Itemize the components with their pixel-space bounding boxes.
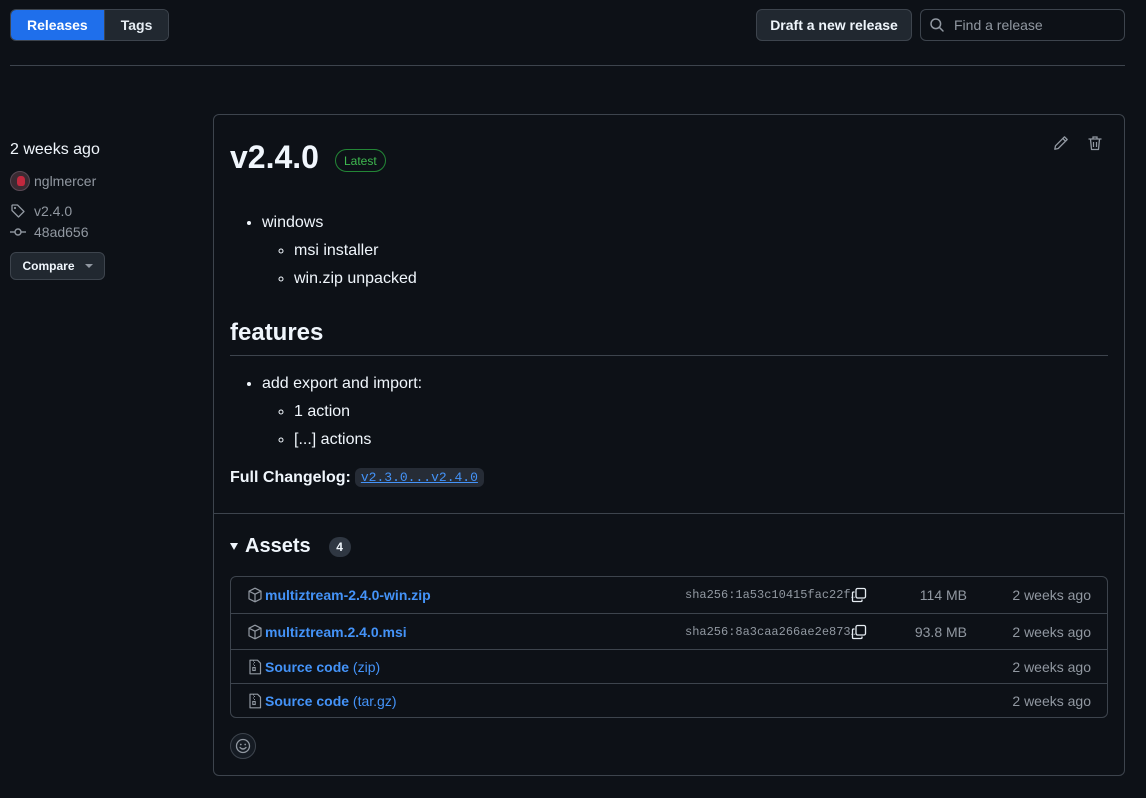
asset-suffix: (zip) (352, 658, 381, 675)
asset-link[interactable]: multiztream-2.4.0-win.zip (265, 587, 431, 603)
tab-releases[interactable]: Releases (11, 10, 104, 40)
copy-icon[interactable] (851, 624, 867, 640)
package-icon (248, 624, 262, 639)
assets-count-badge: 4 (328, 536, 351, 557)
header-divider (10, 65, 1125, 66)
compare-button[interactable]: Compare (10, 252, 105, 280)
asset-size: 114 MB (919, 587, 967, 603)
feature-item-label: add export and import: (262, 375, 423, 392)
release-title[interactable]: v2.4.0 (230, 139, 319, 176)
platform-item-label: windows (262, 214, 324, 231)
add-reaction-button[interactable] (230, 733, 256, 759)
asset-date: 2 weeks ago (1012, 692, 1091, 709)
commit-icon (10, 228, 26, 236)
asset-size: 93.8 MB (914, 623, 967, 640)
search-icon (930, 18, 944, 32)
list-item: msi installer (294, 239, 1108, 263)
release-meta-sidebar: 2 weeks ago nglmercer v2.4.0 48ad656 Com… (10, 140, 200, 280)
features-sublist: 1 action [...] actions (262, 400, 1108, 452)
chevron-down-icon (84, 264, 93, 268)
trash-icon[interactable] (1087, 135, 1103, 151)
features-heading: features (230, 319, 1108, 356)
releases-tags-switcher: Releases Tags (10, 9, 170, 41)
platform-sublist: msi installer win.zip unpacked (262, 239, 1108, 291)
asset-name: Source code (265, 692, 350, 709)
list-item: win.zip unpacked (294, 267, 1108, 291)
assets-list: multiztream-2.4.0-win.zip sha256:1a53c10… (230, 576, 1108, 718)
source-targz-link[interactable]: Source code (tar.gz) (265, 693, 397, 709)
asset-row: multiztream-2.4.0-win.zip sha256:1a53c10… (231, 577, 1107, 613)
copy-icon[interactable] (851, 587, 867, 603)
list-item: windows msi installer win.zip unpacked (262, 211, 1108, 291)
draft-new-release-button[interactable]: Draft a new release (756, 9, 912, 41)
commit-link[interactable]: 48ad656 (34, 224, 89, 240)
changelog-link[interactable]: v2.3.0...v2.4.0 (361, 470, 478, 485)
release-search-box (920, 9, 1125, 41)
file-zip-icon (249, 659, 262, 674)
smiley-icon (235, 738, 251, 754)
asset-row: Source code (tar.gz) 2 weeks ago (231, 683, 1107, 717)
assets-heading: Assets (245, 535, 311, 557)
asset-date: 2 weeks ago (1012, 623, 1091, 640)
asset-row: Source code (zip) 2 weeks ago (231, 649, 1107, 683)
triangle-down-icon (230, 543, 238, 550)
pencil-icon[interactable] (1053, 135, 1069, 151)
commit-row: 48ad656 (10, 224, 200, 240)
platform-list: windows msi installer win.zip unpacked (230, 211, 1108, 291)
release-date: 2 weeks ago (10, 141, 100, 158)
asset-row: multiztream.2.4.0.msi sha256:8a3caa266ae… (231, 613, 1107, 649)
asset-link[interactable]: multiztream.2.4.0.msi (265, 624, 407, 640)
list-item: [...] actions (294, 428, 1108, 452)
package-icon (248, 587, 262, 603)
tag-link[interactable]: v2.4.0 (34, 203, 72, 219)
asset-name: Source code (265, 658, 350, 675)
search-input[interactable] (954, 17, 1114, 33)
latest-badge: Latest (335, 149, 386, 172)
assets-toggle[interactable]: Assets 4 (230, 535, 351, 558)
release-card: v2.4.0 Latest windows msi installer win.… (213, 114, 1125, 776)
tag-icon (11, 204, 25, 218)
tab-tags[interactable]: Tags (103, 10, 169, 40)
asset-date: 2 weeks ago (1012, 587, 1091, 603)
avatar[interactable] (10, 171, 30, 191)
asset-sha: sha256:1a53c10415fac22f… (685, 588, 858, 602)
asset-suffix: (tar.gz) (352, 692, 397, 709)
changelog-code: v2.3.0...v2.4.0 (354, 468, 484, 487)
tag-row: v2.4.0 (10, 203, 200, 219)
changelog-label: Full Changelog: (230, 468, 351, 486)
full-changelog: Full Changelog: v2.3.0...v2.4.0 (230, 468, 1108, 487)
list-item: 1 action (294, 400, 1108, 424)
source-zip-link[interactable]: Source code (zip) (265, 659, 380, 675)
compare-label: Compare (22, 259, 75, 273)
release-notes: windows msi installer win.zip unpacked f… (230, 211, 1108, 487)
author-link[interactable]: nglmercer (34, 173, 96, 189)
file-zip-icon (249, 693, 262, 708)
list-item: add export and import: 1 action [...] ac… (262, 372, 1108, 452)
asset-sha: sha256:8a3caa266ae2e873… (685, 624, 858, 639)
features-list: add export and import: 1 action [...] ac… (230, 372, 1108, 452)
author-row: nglmercer (10, 171, 200, 191)
asset-date: 2 weeks ago (1012, 658, 1091, 675)
assets-divider (214, 513, 1124, 514)
